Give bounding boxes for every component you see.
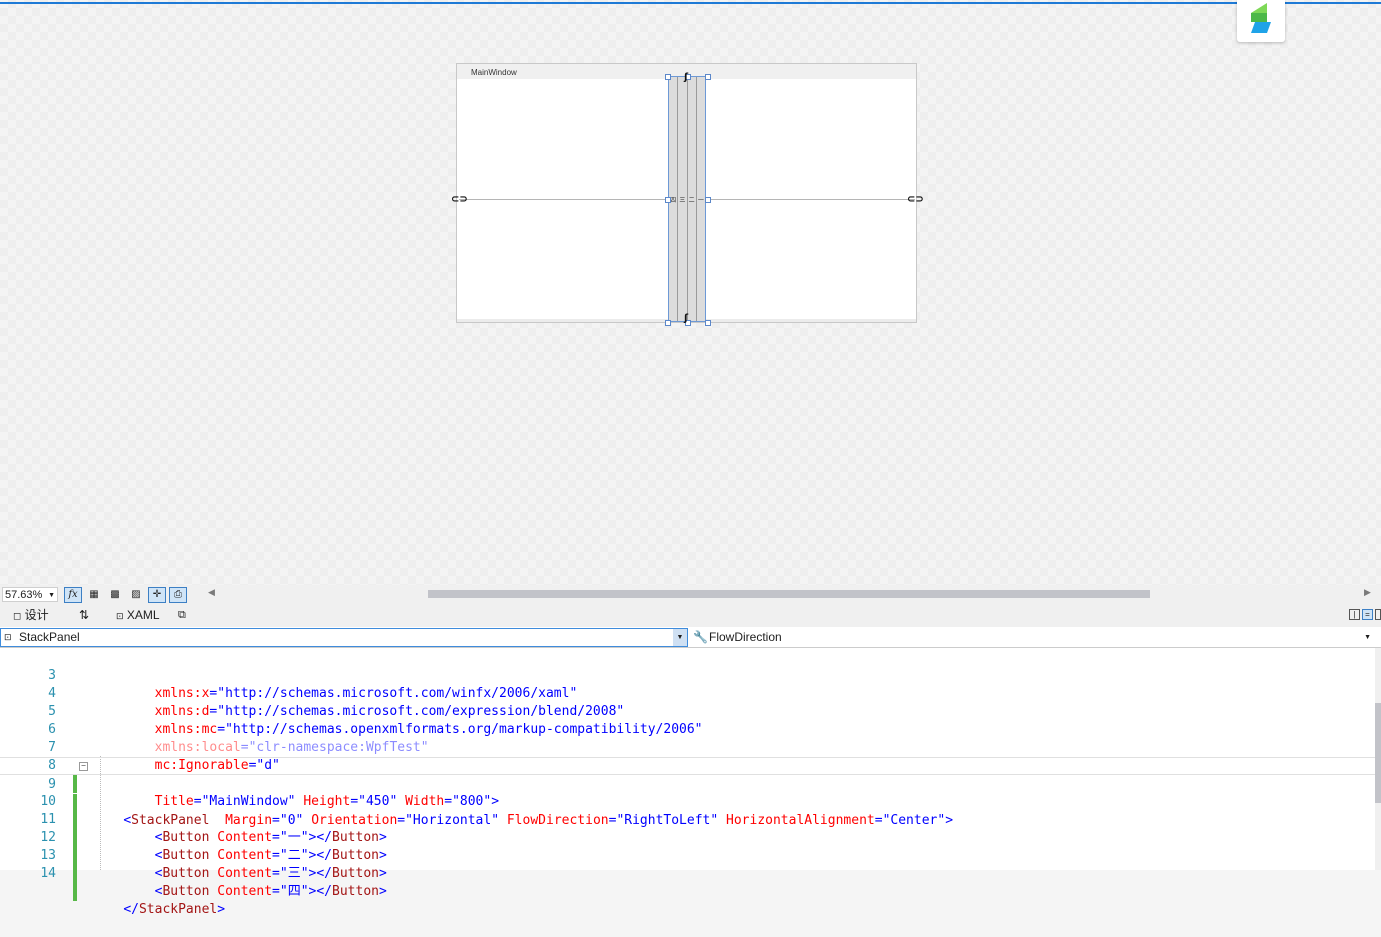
member-dropdown-value: FlowDirection [709, 630, 782, 644]
tag-name: Button [162, 866, 210, 881]
chevron-down-icon[interactable]: ▼ [1364, 628, 1371, 647]
tag-name: Button [162, 884, 210, 899]
tag-name: StackPanel [138, 902, 218, 917]
code-line[interactable]: 5 xmlns:mc="http://schemas.openxmlformat… [0, 685, 1375, 737]
code-text: <Button Content="四"></Button> [154, 884, 387, 899]
attr-name: Content [217, 866, 273, 881]
snap-grid-icon[interactable]: ▩ [106, 587, 124, 603]
preview-button-label: 三 [679, 196, 686, 204]
code-line[interactable]: 10 <Button Content="一"></Button> [0, 775, 1375, 845]
scroll-left-icon[interactable]: ◀ [208, 588, 215, 598]
code-line[interactable]: 11 <Button Content="二"></Button> [0, 793, 1375, 863]
code-line[interactable]: 14 </StackPanel> [0, 847, 1375, 917]
scroll-right-icon[interactable]: ▶ [1364, 588, 1371, 598]
change-indicator [73, 865, 77, 883]
tab-design[interactable]: ◻ 设计 [13, 604, 49, 627]
tab-design-label: 设计 [24, 608, 49, 622]
tab-xaml-label: XAML [126, 608, 160, 622]
swap-panes-button[interactable]: ⇅ [79, 604, 89, 627]
tag-name: Button [332, 866, 379, 881]
design-view-icon: ◻ [13, 611, 22, 622]
fx-button[interactable]: fx [64, 586, 82, 603]
collapse-region-icon[interactable]: − [79, 762, 88, 771]
left-margin-anchor-icon[interactable]: ⊂⊃ [451, 195, 468, 205]
collapse-pane-icon[interactable] [1375, 609, 1381, 620]
resize-handle[interactable] [665, 74, 671, 80]
member-dropdown[interactable]: 🔧 FlowDirection ▼ [689, 628, 1377, 647]
view-tab-row: ◻ 设计 ⇅ ⊡ XAML ⧉ | = [0, 604, 1381, 627]
change-indicator [73, 883, 77, 901]
code-line[interactable]: 6 xmlns:local="clr-namespace:WpfTest" [0, 703, 1375, 755]
popout-icon[interactable]: ⧉ [178, 604, 186, 627]
code-line[interactable]: 4 xmlns:d="http://schemas.microsoft.com/… [0, 667, 1375, 719]
top-margin-anchor-icon[interactable]: ʃ [684, 73, 688, 83]
attr-name: Content [217, 884, 273, 899]
code-line[interactable]: 13 <Button Content="四"></Button> [0, 829, 1375, 899]
code-line[interactable]: 12 <Button Content="三"></Button> [0, 811, 1375, 881]
resize-handle[interactable] [705, 320, 711, 326]
horizontal-scrollbar[interactable]: ◀ ▶ [208, 585, 1371, 604]
xaml-navigation-bar: ⊡ StackPanel ▼ 🔧 FlowDirection ▼ [0, 627, 1381, 648]
code-line[interactable]: 3 xmlns:x="http://schemas.microsoft.com/… [0, 649, 1375, 701]
preview-button-label: 一 [697, 196, 704, 204]
preview-button-1[interactable]: 一 [696, 77, 705, 321]
horizontal-scroll-thumb[interactable] [428, 590, 1150, 598]
vertical-split-icon[interactable]: | [1349, 609, 1360, 620]
horizontal-split-icon[interactable]: = [1362, 609, 1373, 620]
zoom-dropdown[interactable]: 57.63% ▼ [2, 587, 58, 602]
tab-xaml[interactable]: ⊡ XAML [116, 604, 160, 627]
vertical-scroll-thumb[interactable] [1375, 703, 1381, 803]
top-accent-line [0, 2, 1381, 4]
right-margin-anchor-icon[interactable]: ⊂⊃ [907, 195, 924, 205]
grid-icon[interactable]: ▦ [85, 587, 103, 603]
design-surface[interactable]: MainWindow 四 三 二 一 ʃ ʃ ⊂⊃ ⊂⊃ [0, 0, 1381, 585]
code-text: </StackPanel> [123, 902, 226, 917]
vertical-scrollbar[interactable] [1375, 648, 1381, 870]
resize-handle[interactable] [705, 74, 711, 80]
line-number: 14 [40, 866, 56, 881]
code-line[interactable]: 7 mc:Ignorable="d" [0, 721, 1375, 773]
attr-value: "三" [279, 866, 309, 881]
bottom-margin-anchor-icon[interactable]: ʃ [684, 314, 688, 324]
resize-handle[interactable] [665, 197, 671, 203]
xaml-view-icon: ⊡ [116, 611, 124, 621]
preview-button-label: 四 [670, 196, 677, 204]
artboard-background-icon[interactable]: ▨ [127, 587, 145, 603]
project-code-icon[interactable]: ⎙ [169, 586, 187, 603]
wrench-icon: 🔧 [693, 630, 708, 644]
resize-handle[interactable] [705, 197, 711, 203]
extension-logo-icon[interactable] [1237, 0, 1285, 42]
code-line[interactable]: 8 Title="MainWindow" Height="450" Width=… [0, 739, 1375, 809]
chevron-down-icon[interactable]: ▼ [673, 629, 687, 646]
stackpanel-selection[interactable]: 四 三 二 一 [668, 76, 706, 322]
element-dropdown-value: StackPanel [19, 630, 80, 644]
designer-toolbar: 57.63% ▼ fx ▦ ▩ ▨ ✛ ⎙ ◀ ▶ [0, 585, 1381, 604]
snap-to-snaplines-icon[interactable]: ✛ [148, 586, 166, 603]
zoom-value: 57.63% [5, 589, 43, 601]
tag-name: Button [332, 884, 379, 899]
resize-handle[interactable] [665, 320, 671, 326]
chevron-down-icon: ▼ [48, 592, 55, 599]
element-icon: ⊡ [4, 632, 12, 642]
code-line-current[interactable]: 9 <StackPanel Margin="0" Orientation="Ho… [0, 757, 1375, 828]
preview-button-2[interactable]: 二 [687, 77, 697, 321]
attr-value: "四" [279, 884, 309, 899]
element-dropdown[interactable]: ⊡ StackPanel ▼ [0, 628, 688, 647]
code-text: <Button Content="三"></Button> [154, 866, 387, 881]
preview-button-3[interactable]: 三 [678, 77, 688, 321]
xaml-code-editor[interactable]: 3 xmlns:x="http://schemas.microsoft.com/… [0, 648, 1381, 917]
preview-button-label: 二 [688, 196, 695, 204]
